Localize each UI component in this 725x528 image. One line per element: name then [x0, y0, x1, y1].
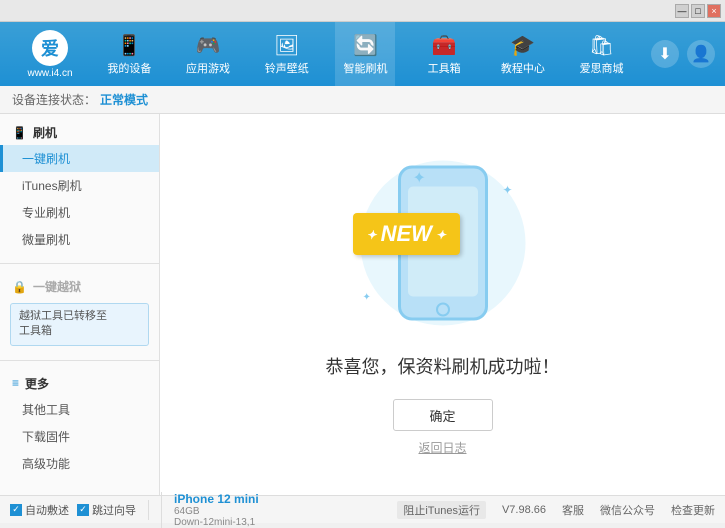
close-button[interactable]: ×	[707, 4, 721, 18]
minimize-button[interactable]: —	[675, 4, 689, 18]
smart-flash-icon: 🔄	[353, 33, 378, 58]
success-illustration: NEW ✦ ✦ ✦	[343, 153, 543, 333]
auto-connect-checkbox-item[interactable]: ✓ 自动敷述	[10, 502, 69, 518]
my-device-label: 我的设备	[107, 60, 151, 76]
apps-label: 应用游戏	[186, 60, 230, 76]
tutorial-icon: 🎓	[510, 33, 535, 58]
sidebar-item-pro[interactable]: 专业刷机	[0, 199, 159, 226]
wallpaper-icon: 🖼	[274, 33, 299, 58]
window-controls[interactable]: — □ ×	[675, 4, 721, 18]
skip-wizard-checkbox-item[interactable]: ✓ 跳过向导	[77, 502, 136, 518]
flash-section-label: 刷机	[33, 124, 57, 141]
advanced-label: 高级功能	[22, 457, 70, 471]
flash-section-icon: 📱	[12, 126, 27, 140]
bottom-right: 阻止iTunes运行 V7.98.66 客服 微信公众号 检查更新	[397, 501, 715, 519]
mall-label: 爱思商城	[580, 60, 624, 76]
phone-home-button	[436, 303, 450, 317]
device-storage: 64GB	[174, 506, 259, 517]
confirm-button[interactable]: 确定	[393, 399, 493, 431]
logo-text: www.i4.cn	[27, 68, 72, 79]
logo-icon: 爱	[32, 30, 68, 66]
bottom-bar: ✓ 自动敷述 ✓ 跳过向导 iPhone 12 mini 64GB Down-1…	[0, 495, 725, 523]
sidebar-section-more: ≡ 更多 其他工具 下载固件 高级功能	[0, 365, 159, 483]
jailbreak-section-label: 一键越狱	[33, 278, 81, 295]
sidebar-item-other-tools[interactable]: 其他工具	[0, 396, 159, 423]
sidebar-item-onekey[interactable]: 一键刷机	[0, 145, 159, 172]
wechat-public-link[interactable]: 微信公众号	[600, 502, 655, 518]
itunes-status-label: 阻止iTunes运行	[403, 502, 480, 518]
sidebar: 📱 刷机 一键刷机 iTunes刷机 专业刷机 微量刷机 🔒 一键越狱	[0, 114, 160, 495]
sidebar-section-more-title: ≡ 更多	[0, 371, 159, 396]
check-update-link[interactable]: 检查更新	[671, 502, 715, 518]
customer-service-link[interactable]: 客服	[562, 502, 584, 518]
title-bar: — □ ×	[0, 0, 725, 22]
content-area: NEW ✦ ✦ ✦ 恭喜您，保资料刷机成功啦！ 确定 返回日志	[160, 114, 725, 495]
smart-flash-label: 智能刷机	[343, 60, 387, 76]
sidebar-section-flash: 📱 刷机 一键刷机 iTunes刷机 专业刷机 微量刷机	[0, 114, 159, 259]
skip-wizard-label: 跳过向导	[92, 502, 136, 518]
other-tools-label: 其他工具	[22, 403, 70, 417]
status-bar: 设备连接状态： 正常模式	[0, 86, 725, 114]
sidebar-item-micro[interactable]: 微量刷机	[0, 226, 159, 253]
bottom-left: ✓ 自动敷述 ✓ 跳过向导 iPhone 12 mini 64GB Down-1…	[10, 492, 397, 528]
nav-tutorial[interactable]: 🎓 教程中心	[493, 22, 553, 86]
micro-label: 微量刷机	[22, 233, 70, 247]
jailbreak-notice: 越狱工具已转移至工具箱	[10, 303, 149, 346]
device-name: iPhone 12 mini	[174, 492, 259, 506]
itunes-label: iTunes刷机	[22, 179, 82, 193]
header: 爱 www.i4.cn 📱 我的设备 🎮 应用游戏 🖼 铃声壁纸 🔄 智能刷机 …	[0, 22, 725, 86]
star-1: ✦	[413, 168, 426, 188]
nav-wallpaper[interactable]: 🖼 铃声壁纸	[257, 22, 317, 86]
version-label: V7.98.66	[502, 504, 546, 516]
back-link[interactable]: 返回日志	[418, 439, 466, 456]
device-info: iPhone 12 mini 64GB Down-12mini-13,1	[161, 492, 259, 528]
more-section-label: 更多	[25, 375, 49, 392]
sidebar-divider-2	[0, 360, 159, 361]
download-button[interactable]: ⬇	[651, 40, 679, 68]
my-device-icon: 📱	[117, 33, 142, 58]
download-firmware-label: 下载固件	[22, 430, 70, 444]
success-message: 恭喜您，保资料刷机成功啦！	[326, 353, 560, 379]
maximize-button[interactable]: □	[691, 4, 705, 18]
main-area: 📱 刷机 一键刷机 iTunes刷机 专业刷机 微量刷机 🔒 一键越狱	[0, 114, 725, 495]
sidebar-section-jailbreak-title: 🔒 一键越狱	[0, 274, 159, 299]
nav: 📱 我的设备 🎮 应用游戏 🖼 铃声壁纸 🔄 智能刷机 🧰 工具箱 🎓 教程中心…	[90, 22, 641, 86]
nav-mall[interactable]: 🛍 爱思商城	[572, 22, 632, 86]
auto-connect-checkbox[interactable]: ✓	[10, 504, 22, 516]
star-3: ✦	[363, 292, 371, 303]
nav-my-device[interactable]: 📱 我的设备	[99, 22, 159, 86]
toolbox-icon: 🧰	[432, 33, 457, 58]
onekey-label: 一键刷机	[22, 152, 70, 166]
skip-wizard-checkbox[interactable]: ✓	[77, 504, 89, 516]
nav-toolbox[interactable]: 🧰 工具箱	[414, 22, 474, 86]
toolbox-label: 工具箱	[428, 60, 461, 76]
logo[interactable]: 爱 www.i4.cn	[10, 30, 90, 79]
apps-icon: 🎮	[196, 33, 221, 58]
pro-label: 专业刷机	[22, 206, 70, 220]
user-button[interactable]: 👤	[687, 40, 715, 68]
status-label: 设备连接状态：	[12, 91, 96, 108]
sidebar-item-advanced[interactable]: 高级功能	[0, 450, 159, 477]
sidebar-divider-1	[0, 263, 159, 264]
new-badge: NEW	[353, 213, 460, 255]
status-value: 正常模式	[100, 91, 148, 108]
itunes-status[interactable]: 阻止iTunes运行	[397, 501, 486, 519]
sidebar-section-jailbreak: 🔒 一键越狱 越狱工具已转移至工具箱	[0, 268, 159, 356]
confirm-button-label: 确定	[429, 406, 455, 425]
sidebar-item-itunes[interactable]: iTunes刷机	[0, 172, 159, 199]
wallpaper-label: 铃声壁纸	[265, 60, 309, 76]
more-section-icon: ≡	[12, 376, 19, 390]
header-right-buttons: ⬇ 👤	[651, 40, 715, 68]
sidebar-item-download-firmware[interactable]: 下载固件	[0, 423, 159, 450]
star-2: ✦	[502, 183, 512, 197]
device-firmware: Down-12mini-13,1	[174, 517, 259, 528]
nav-smart-flash[interactable]: 🔄 智能刷机	[335, 22, 395, 86]
sidebar-section-flash-title: 📱 刷机	[0, 120, 159, 145]
lock-icon: 🔒	[12, 280, 27, 294]
tutorial-label: 教程中心	[501, 60, 545, 76]
nav-apps[interactable]: 🎮 应用游戏	[178, 22, 238, 86]
auto-connect-label: 自动敷述	[25, 502, 69, 518]
mall-icon: 🛍	[589, 33, 614, 58]
